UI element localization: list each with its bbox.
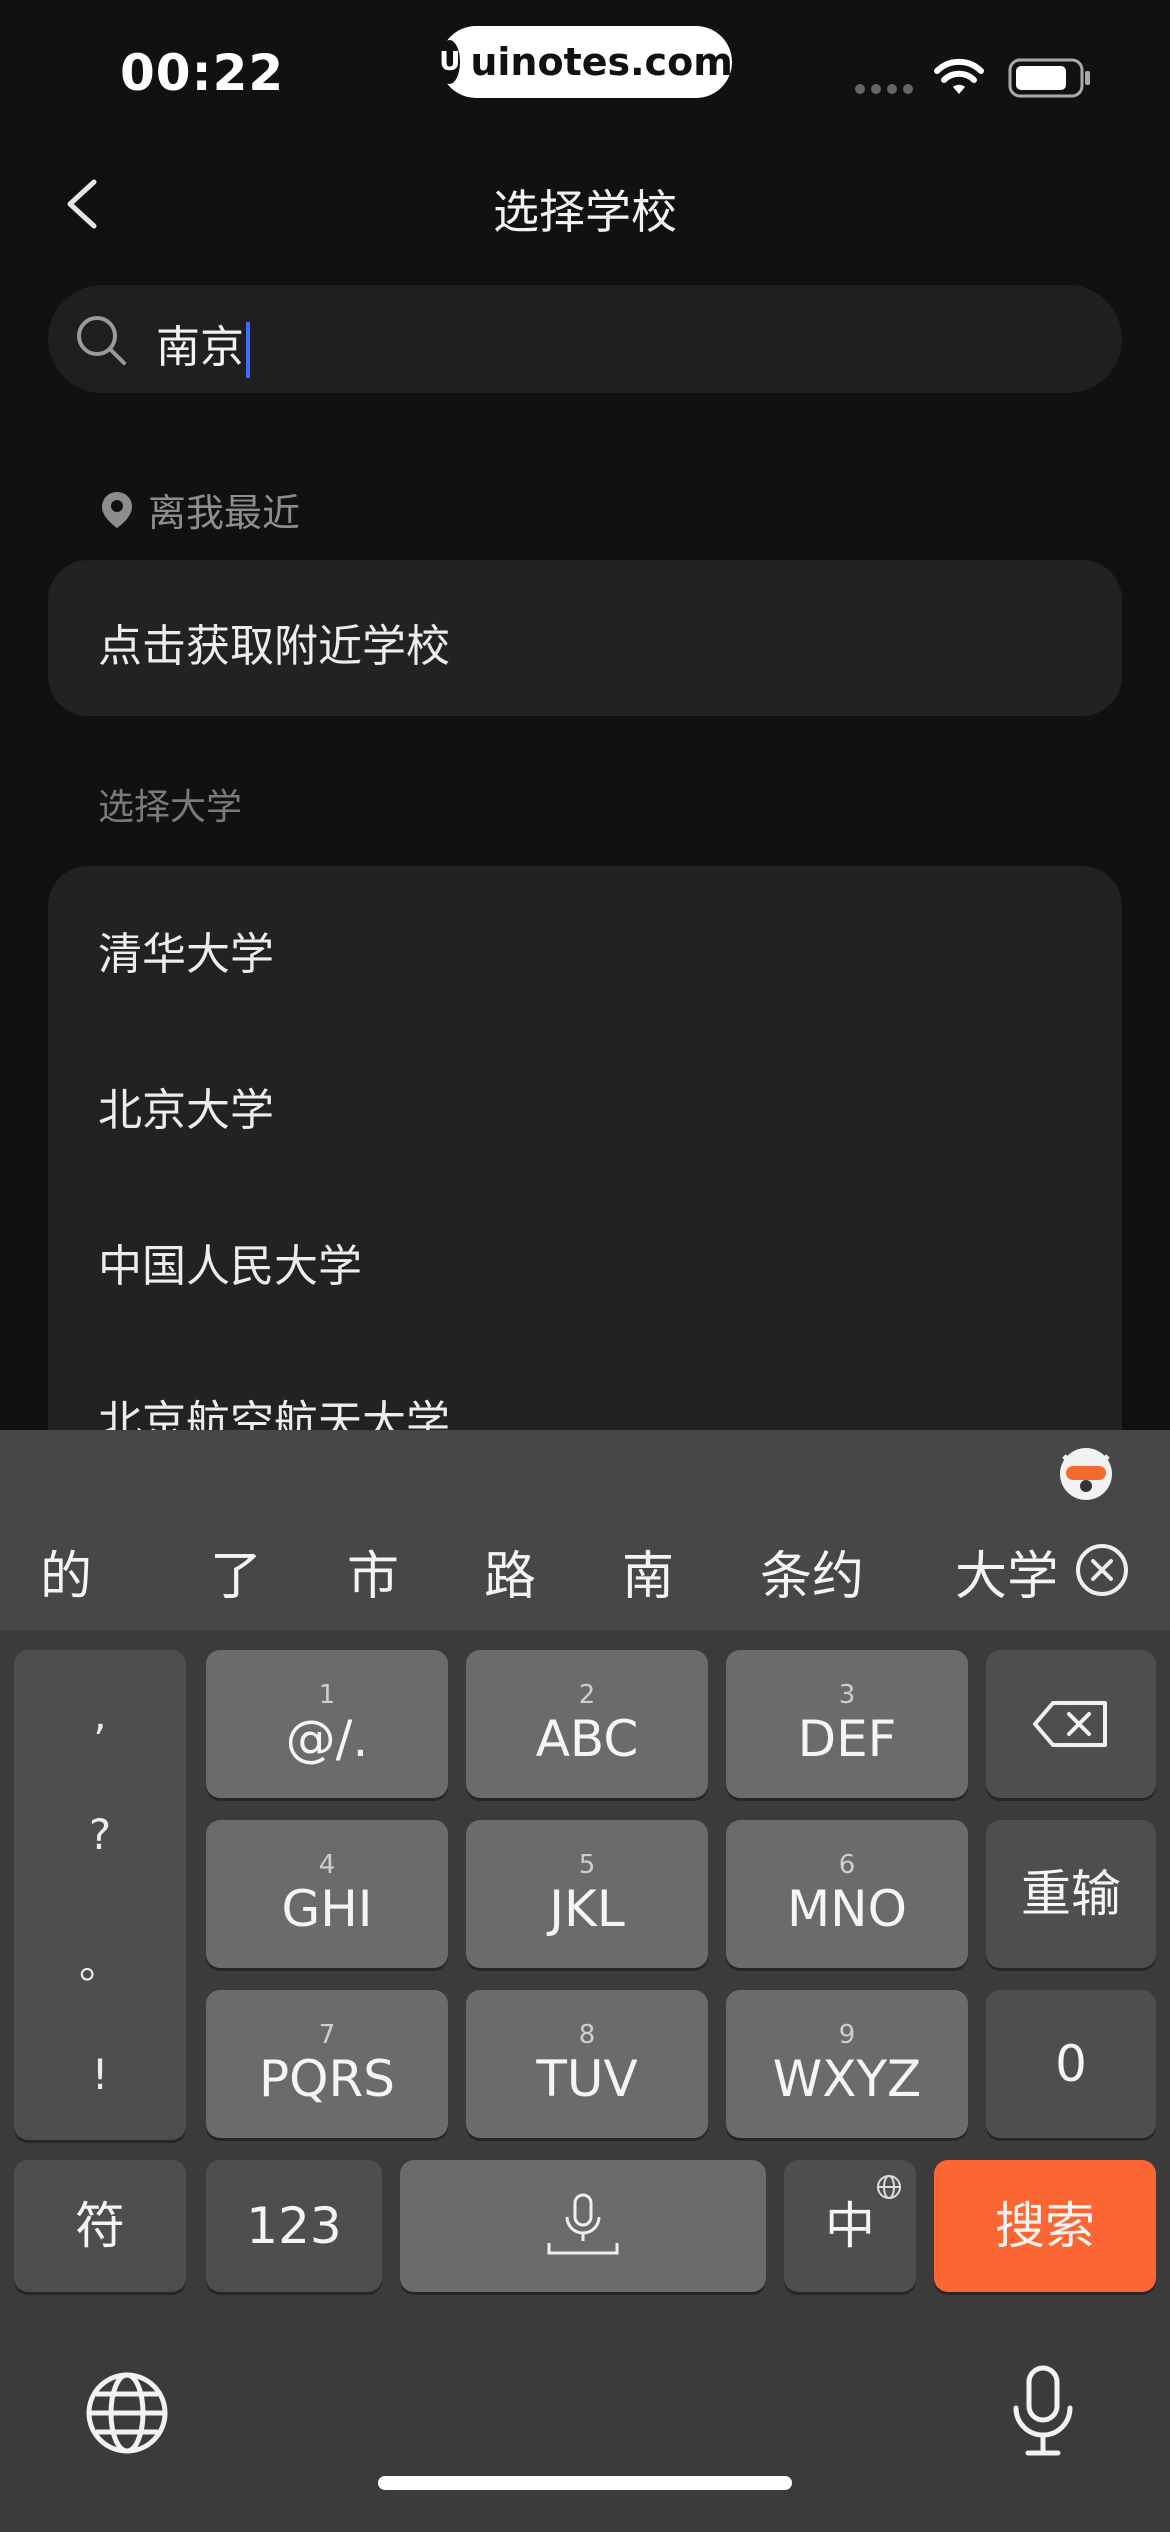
location-pin-icon — [102, 491, 132, 528]
space-key[interactable] — [400, 2160, 766, 2292]
reenter-key[interactable]: 重输 — [986, 1820, 1156, 1968]
key-3[interactable]: 3 DEF — [726, 1650, 968, 1798]
brand-badge: U uinotes.com — [439, 26, 733, 98]
key-9[interactable]: 9 WXYZ — [726, 1990, 968, 2138]
brand-logo-icon: U — [439, 40, 461, 84]
keyboard: 的 了 市 路 南 条约 大学 , ? 。 ! 1 @/. 2 ABC 3 DEF 4… — [0, 1430, 1170, 2532]
voice-space-icon — [547, 2193, 619, 2255]
keyboard-mascot-icon[interactable] — [1056, 1442, 1116, 1502]
candidate-bar: 的 了 市 路 南 条约 大学 — [0, 1430, 1170, 1630]
close-candidates-icon[interactable] — [1074, 1542, 1130, 1598]
numbers-key[interactable]: 123 — [206, 2160, 382, 2292]
list-item[interactable]: 中国人民大学 — [98, 1230, 362, 1294]
language-switch-key[interactable]: 中 — [784, 2160, 916, 2292]
punct-period[interactable]: 。 — [14, 1930, 186, 1991]
wifi-icon — [934, 58, 984, 94]
microphone-icon[interactable] — [1008, 2364, 1078, 2458]
backspace-icon — [1033, 1701, 1107, 1747]
candidate-word[interactable]: 条约 — [760, 1534, 864, 1609]
list-item[interactable]: 清华大学 — [98, 918, 274, 982]
key-6[interactable]: 6 MNO — [726, 1820, 968, 1968]
cellular-signal-icon — [855, 84, 913, 94]
home-indicator — [378, 2476, 792, 2490]
globe-icon[interactable] — [84, 2370, 170, 2456]
nearby-section-label: 离我最近 — [100, 482, 300, 537]
punct-question[interactable]: ? — [14, 1810, 186, 1859]
candidate-word[interactable]: 南 — [622, 1534, 674, 1609]
key-8[interactable]: 8 TUV — [466, 1990, 708, 2138]
key-1[interactable]: 1 @/. — [206, 1650, 448, 1798]
key-7[interactable]: 7 PQRS — [206, 1990, 448, 2138]
symbols-key[interactable]: 符 — [14, 2160, 186, 2292]
brand-text: uinotes.com — [470, 40, 733, 84]
candidate-word[interactable]: 了 — [210, 1534, 262, 1609]
punct-comma[interactable]: , — [14, 1690, 186, 1739]
candidate-word[interactable]: 路 — [484, 1534, 536, 1609]
candidate-word[interactable]: 大学 — [955, 1534, 1055, 1609]
text-caret — [246, 322, 250, 378]
candidate-word[interactable]: 市 — [347, 1534, 399, 1609]
list-item[interactable]: 北京大学 — [98, 1074, 274, 1138]
key-2[interactable]: 2 ABC — [466, 1650, 708, 1798]
status-time: 00:22 — [120, 44, 285, 102]
punct-exclaim[interactable]: ! — [14, 2050, 186, 2099]
search-key[interactable]: 搜索 — [934, 2160, 1156, 2292]
get-nearby-schools-button[interactable]: 点击获取附近学校 — [98, 610, 450, 674]
search-value: 南京 — [156, 322, 244, 373]
nearby-label-text: 离我最近 — [148, 491, 301, 535]
search-input[interactable]: 南京 — [48, 285, 1122, 393]
universities-section-label: 选择大学 — [98, 787, 243, 828]
key-5[interactable]: 5 JKL — [466, 1820, 708, 1968]
key-4[interactable]: 4 GHI — [206, 1820, 448, 1968]
globe-small-icon — [877, 2175, 901, 2199]
punctuation-column[interactable]: , ? 。 ! — [14, 1650, 186, 2140]
page-title: 选择学校 — [493, 185, 677, 239]
search-icon — [77, 316, 126, 365]
backspace-key[interactable] — [986, 1650, 1156, 1798]
key-0[interactable]: 0 — [986, 1990, 1156, 2138]
battery-icon — [1008, 58, 1090, 98]
candidate-word[interactable]: 的 — [40, 1534, 92, 1609]
